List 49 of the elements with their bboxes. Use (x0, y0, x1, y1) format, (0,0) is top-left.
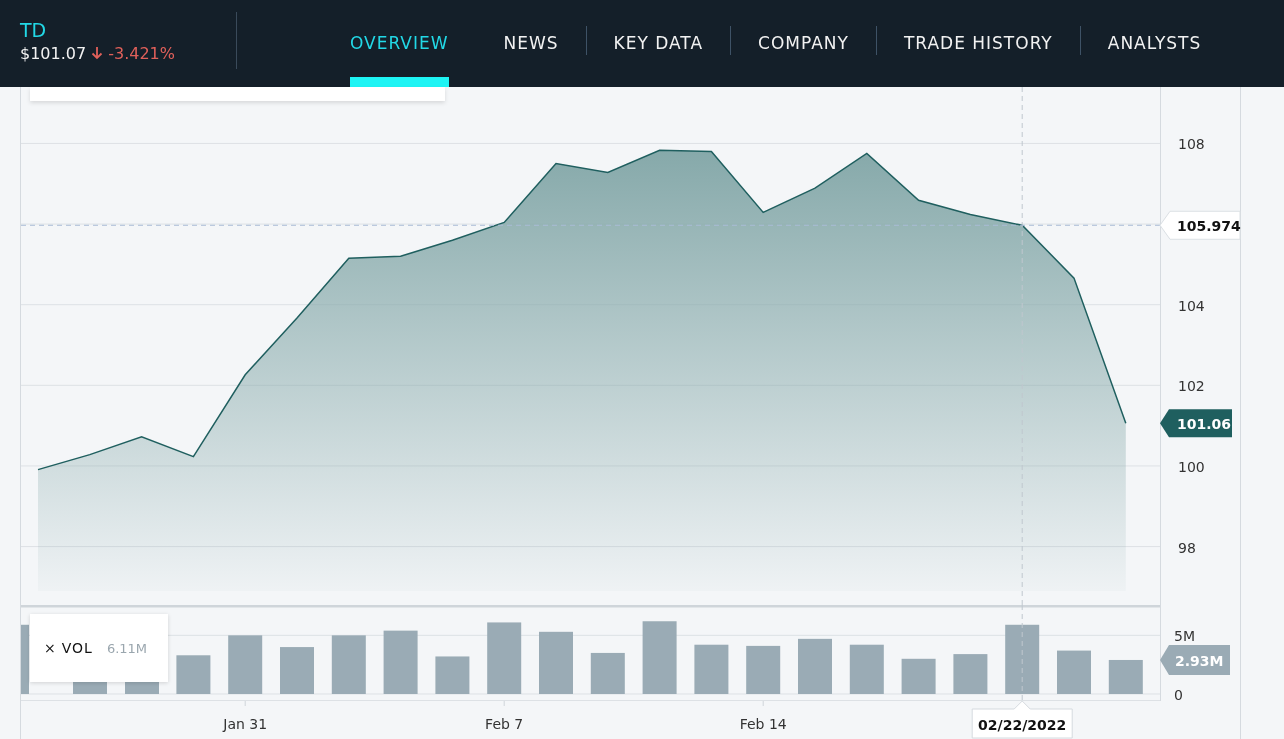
legend-value: 6.11M (106, 640, 148, 656)
axis-label: 104 (1178, 297, 1205, 314)
last-volume: 2.93M (1175, 652, 1224, 669)
ticker-symbol: TD (20, 18, 48, 41)
date-label: Feb 14 (739, 716, 787, 732)
axis-label: 108 (1178, 136, 1205, 153)
down-arrow-icon (91, 46, 104, 60)
price-change: -3.421% (108, 43, 175, 63)
stock-price: $101.07 (20, 43, 87, 63)
volume-bar (228, 635, 263, 694)
nav-tab[interactable]: COMPANY (758, 0, 849, 87)
bar-stub-picture (124, 682, 159, 694)
date-label: Feb 7 (485, 716, 524, 732)
volume-bar (176, 655, 211, 694)
volume-bar (849, 644, 884, 694)
volume-bar (539, 631, 573, 694)
axis-label: 5M (1174, 628, 1195, 645)
last-volume-tag (1160, 644, 1230, 675)
volume-bar (1005, 624, 1040, 694)
volume-bar (1057, 650, 1091, 694)
axis-label: 0 (1174, 687, 1183, 703)
date-label: Jan 31 (223, 716, 268, 732)
nav-tab[interactable]: ANALYSTS (1107, 0, 1202, 87)
last-price-tag (1160, 409, 1232, 438)
volume-bar (694, 644, 729, 694)
axis-label: 100 (1178, 458, 1205, 475)
nav-tab[interactable]: TRADE HISTORY (903, 0, 1053, 87)
volume-bar (21, 624, 29, 694)
nav-tab[interactable]: KEY DATA (613, 0, 704, 87)
bar-stub-picture (72, 682, 107, 694)
volume-bar (280, 647, 314, 694)
volume-bar (1108, 659, 1143, 694)
close-button[interactable]: × (44, 640, 56, 656)
volume-bar (798, 638, 832, 694)
volume-bar (331, 635, 366, 694)
crosshair-date: 02/22/2022 (978, 717, 1067, 733)
volume-bar (487, 622, 522, 694)
volume-bar (435, 656, 470, 694)
nav-tab[interactable]: NEWS (503, 0, 559, 87)
last-price: 101.06 (1177, 416, 1232, 433)
axis-label: 98 (1178, 539, 1196, 556)
volume-bar (901, 658, 936, 694)
crosshair-value: 105.974 (1177, 218, 1241, 235)
volume-bar (953, 654, 988, 694)
legend-name: VOL (61, 640, 93, 656)
volume-bar (383, 630, 418, 694)
volume-bar (746, 645, 781, 694)
axis-label: 102 (1178, 378, 1205, 395)
volume-bar (590, 652, 625, 694)
